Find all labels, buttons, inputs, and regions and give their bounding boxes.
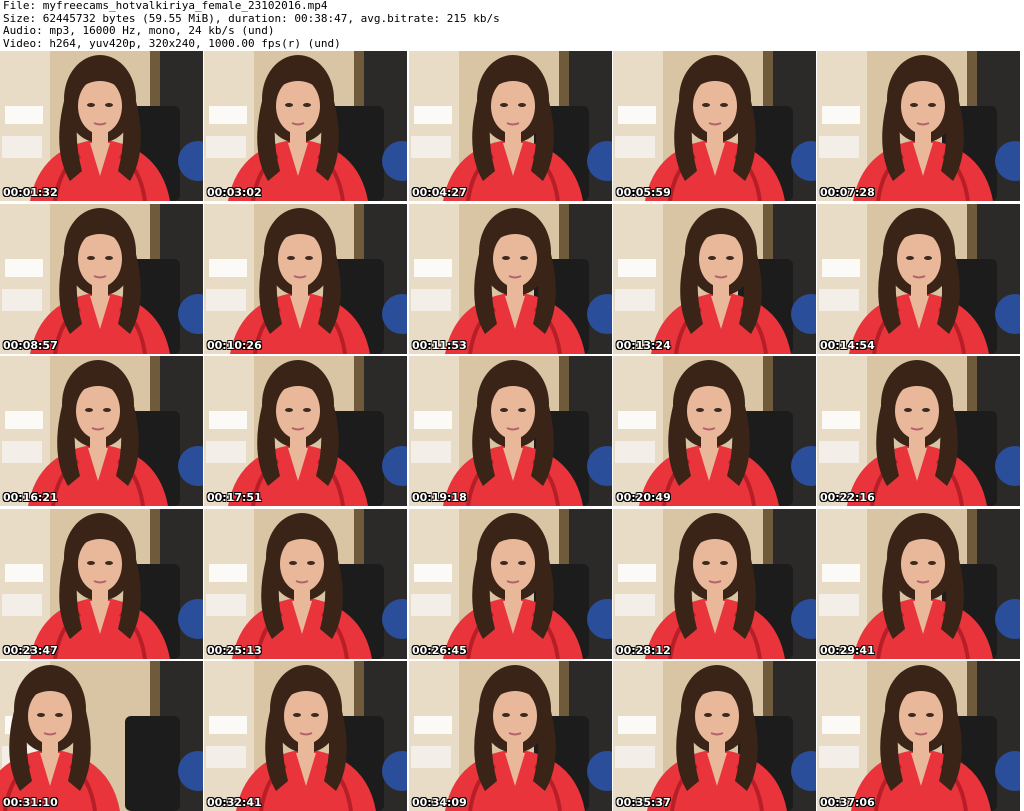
thumbnail: 00:17:51 — [204, 356, 407, 506]
thumbnail-frame-image — [817, 661, 1020, 811]
thumbnail-frame-image — [817, 204, 1020, 354]
thumbnail-timestamp: 00:04:27 — [412, 186, 467, 199]
thumbnail-timestamp: 00:31:10 — [3, 796, 58, 809]
thumbnail-timestamp: 00:13:24 — [616, 339, 671, 352]
thumbnail-frame-image — [204, 204, 407, 354]
thumbnail: 00:19:18 — [409, 356, 612, 506]
thumbnail: 00:13:24 — [613, 204, 816, 354]
thumbnail-frame-image — [409, 661, 612, 811]
file-line: File: myfreecams_hotvalkiriya_female_231… — [3, 0, 328, 12]
thumbnail: 00:22:16 — [817, 356, 1020, 506]
info-header: File: myfreecams_hotvalkiriya_female_231… — [3, 0, 1021, 50]
thumbnail: 00:25:13 — [204, 509, 407, 659]
thumbnail-frame-image — [409, 509, 612, 659]
thumbnail-timestamp: 00:08:57 — [3, 339, 58, 352]
thumbnail-frame-image — [409, 204, 612, 354]
thumbnail: 00:10:26 — [204, 204, 407, 354]
thumbnail-timestamp: 00:25:13 — [207, 644, 262, 657]
thumbnail-frame-image — [409, 51, 612, 201]
thumbnail-frame-image — [0, 661, 203, 811]
thumbnail: 00:31:10 — [0, 661, 203, 811]
thumbnail: 00:11:53 — [409, 204, 612, 354]
thumbnail: 00:37:06 — [817, 661, 1020, 811]
thumbnail: 00:04:27 — [409, 51, 612, 201]
thumbnail: 00:28:12 — [613, 509, 816, 659]
thumbnail-frame-image — [409, 356, 612, 506]
video-line: Video: h264, yuv420p, 320x240, 1000.00 f… — [3, 37, 341, 50]
thumbnail: 00:35:37 — [613, 661, 816, 811]
thumbnail: 00:03:02 — [204, 51, 407, 201]
thumbnail: 00:05:59 — [613, 51, 816, 201]
thumbnail-grid: 00:01:32 00:03:02 00:04:27 00:05:59 00:07:28… — [0, 51, 1024, 811]
thumbnail-frame-image — [0, 509, 203, 659]
thumbnail: 00:32:41 — [204, 661, 407, 811]
thumbnail-timestamp: 00:32:41 — [207, 796, 262, 809]
thumbnail-timestamp: 00:29:41 — [820, 644, 875, 657]
thumbnail: 00:20:49 — [613, 356, 816, 506]
thumbnail-frame-image — [204, 51, 407, 201]
thumbnail-timestamp: 00:35:37 — [616, 796, 671, 809]
size-line: Size: 62445732 bytes (59.55 MiB), durati… — [3, 12, 500, 25]
thumbnail: 00:34:09 — [409, 661, 612, 811]
thumbnail-timestamp: 00:03:02 — [207, 186, 262, 199]
thumbnail-frame-image — [613, 356, 816, 506]
thumbnail: 00:07:28 — [817, 51, 1020, 201]
thumbnail-frame-image — [0, 204, 203, 354]
thumbnail-frame-image — [204, 356, 407, 506]
thumbnail-timestamp: 00:22:16 — [820, 491, 875, 504]
thumbnail-timestamp: 00:17:51 — [207, 491, 262, 504]
thumbnail-timestamp: 00:26:45 — [412, 644, 467, 657]
thumbnail-timestamp: 00:19:18 — [412, 491, 467, 504]
thumbnail-frame-image — [0, 356, 203, 506]
thumbnail-timestamp: 00:11:53 — [412, 339, 467, 352]
thumbnail: 00:26:45 — [409, 509, 612, 659]
thumbnail: 00:16:21 — [0, 356, 203, 506]
audio-line: Audio: mp3, 16000 Hz, mono, 24 kb/s (und… — [3, 25, 275, 37]
thumbnail-timestamp: 00:20:49 — [616, 491, 671, 504]
thumbnail-frame-image — [817, 356, 1020, 506]
thumbnail: 00:14:54 — [817, 204, 1020, 354]
thumbnail-timestamp: 00:16:21 — [3, 491, 58, 504]
thumbnail-timestamp: 00:37:06 — [820, 796, 875, 809]
thumbnail-timestamp: 00:23:47 — [3, 644, 58, 657]
thumbnail: 00:23:47 — [0, 509, 203, 659]
thumbnail-frame-image — [613, 509, 816, 659]
thumbnail-timestamp: 00:14:54 — [820, 339, 875, 352]
thumbnail-frame-image — [204, 661, 407, 811]
thumbnail-frame-image — [0, 51, 203, 201]
thumbnail-frame-image — [613, 51, 816, 201]
thumbnail: 00:29:41 — [817, 509, 1020, 659]
thumbnail-timestamp: 00:05:59 — [616, 186, 671, 199]
thumbnail-timestamp: 00:28:12 — [616, 644, 671, 657]
thumbnail-timestamp: 00:07:28 — [820, 186, 875, 199]
thumbnail: 00:01:32 — [0, 51, 203, 201]
thumbnail: 00:08:57 — [0, 204, 203, 354]
thumbnail-frame-image — [613, 661, 816, 811]
thumbnail-frame-image — [817, 51, 1020, 201]
thumbnail-frame-image — [204, 509, 407, 659]
thumbnail-timestamp: 00:01:32 — [3, 186, 58, 199]
thumbnail-frame-image — [613, 204, 816, 354]
thumbnail-frame-image — [817, 509, 1020, 659]
thumbnail-timestamp: 00:10:26 — [207, 339, 262, 352]
thumbnail-timestamp: 00:34:09 — [412, 796, 467, 809]
